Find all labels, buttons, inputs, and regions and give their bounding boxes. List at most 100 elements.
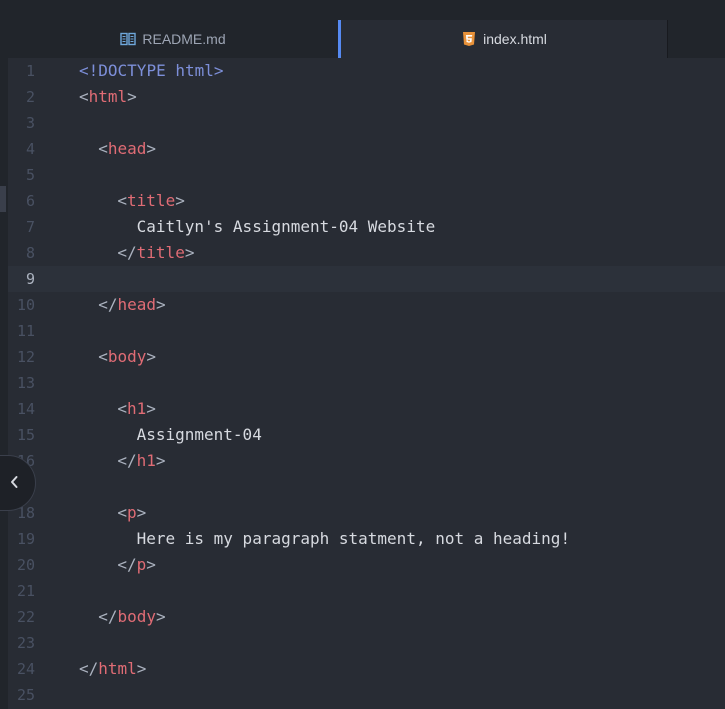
code-text: <head> bbox=[79, 136, 725, 162]
code-token: > bbox=[136, 659, 147, 678]
code-token: p bbox=[136, 555, 147, 574]
code-token: > bbox=[127, 87, 137, 106]
code-text: </h1> bbox=[79, 448, 725, 474]
code-token: Caitlyn's Assignment-04 Website bbox=[136, 217, 436, 236]
line-number: 3 bbox=[25, 114, 35, 132]
code-line[interactable]: 6 <title> bbox=[8, 188, 725, 214]
code-token: body bbox=[107, 347, 147, 366]
code-line[interactable]: 2 <html> bbox=[8, 84, 725, 110]
code-line[interactable]: 12 <body> bbox=[8, 344, 725, 370]
code-line[interactable]: 25 bbox=[8, 682, 725, 708]
code-line[interactable]: 16</h1> bbox=[8, 448, 725, 474]
left-edge bbox=[0, 0, 8, 709]
line-number: 13 bbox=[16, 374, 35, 392]
code-line[interactable]: 4 <head> bbox=[8, 136, 725, 162]
code-line[interactable]: 24 </html> bbox=[8, 656, 725, 682]
line-number: 9 bbox=[25, 270, 35, 288]
code-line[interactable]: 13 bbox=[8, 370, 725, 396]
code-token: < bbox=[79, 87, 89, 106]
code-line[interactable]: 9 bbox=[8, 266, 725, 292]
tab-bar: README.md index.html bbox=[0, 0, 725, 58]
tree-view-resize-mark[interactable] bbox=[0, 186, 6, 212]
code-token: < bbox=[117, 191, 128, 210]
code-token: </ bbox=[79, 659, 99, 678]
code-token: </ bbox=[117, 451, 137, 470]
code-line[interactable]: 19 Here is my paragraph statment, not a h… bbox=[8, 526, 725, 552]
tab-index-html-label: index.html bbox=[483, 31, 547, 47]
code-token: body bbox=[117, 607, 156, 626]
code-line[interactable]: 14 <h1> bbox=[8, 396, 725, 422]
code-text: <body> bbox=[79, 344, 725, 370]
tab-index-html[interactable]: index.html bbox=[338, 20, 667, 58]
code-token: < bbox=[79, 61, 89, 80]
code-text: </head> bbox=[79, 292, 725, 318]
code-token: </ bbox=[117, 555, 137, 574]
code-line[interactable]: 11 bbox=[8, 318, 725, 344]
code-line[interactable]: 21 bbox=[8, 578, 725, 604]
line-number: 7 bbox=[25, 218, 35, 236]
code-line[interactable]: 17 bbox=[8, 474, 725, 500]
code-token: > bbox=[146, 347, 156, 366]
code-line[interactable]: 20 </p> bbox=[8, 552, 725, 578]
line-number: 19 bbox=[16, 530, 35, 548]
code-token: > bbox=[155, 295, 166, 314]
code-token: > bbox=[155, 451, 166, 470]
code-line[interactable]: 1 <!DOCTYPE html> bbox=[8, 58, 725, 84]
book-icon bbox=[120, 31, 137, 47]
line-number: 6 bbox=[25, 192, 35, 210]
code-line[interactable]: 18 <p> bbox=[8, 500, 725, 526]
code-token: > bbox=[136, 503, 147, 522]
tab-readme[interactable]: README.md bbox=[8, 20, 338, 58]
html5-icon bbox=[461, 31, 477, 47]
code-token: < bbox=[117, 399, 128, 418]
line-number: 11 bbox=[16, 322, 35, 340]
code-line[interactable]: 5 bbox=[8, 162, 725, 188]
line-number: 10 bbox=[16, 296, 35, 314]
code-token: > bbox=[155, 607, 166, 626]
code-text: <h1> bbox=[79, 396, 725, 422]
tab-bar-top-strip bbox=[0, 0, 725, 20]
code-token: html bbox=[88, 87, 128, 106]
code-line[interactable]: 8 </title> bbox=[8, 240, 725, 266]
code-token: !DOCTYPE html bbox=[88, 61, 214, 80]
line-number: 20 bbox=[16, 556, 35, 574]
code-text: </title> bbox=[79, 240, 725, 266]
line-number: 24 bbox=[16, 660, 35, 678]
code-line[interactable]: 3 bbox=[8, 110, 725, 136]
code-token: p bbox=[127, 503, 137, 522]
tab-readme-label: README.md bbox=[142, 31, 226, 47]
code-token: Assignment-04 bbox=[136, 425, 262, 444]
code-line[interactable]: 10 </head> bbox=[8, 292, 725, 318]
code-text: </html> bbox=[79, 656, 725, 682]
code-token: h1 bbox=[127, 399, 147, 418]
code-token: > bbox=[146, 555, 156, 574]
code-token: head bbox=[117, 295, 156, 314]
code-token: Here is my paragraph statment, not a hea… bbox=[136, 529, 571, 548]
code-token: </ bbox=[98, 295, 118, 314]
code-token: > bbox=[184, 243, 195, 262]
code-line[interactable]: 23 bbox=[8, 630, 725, 656]
code-token: < bbox=[117, 503, 128, 522]
line-number: 21 bbox=[16, 582, 35, 600]
code-token: < bbox=[98, 347, 108, 366]
line-number: 2 bbox=[25, 88, 35, 106]
code-token: > bbox=[146, 139, 156, 158]
code-token: </ bbox=[98, 607, 118, 626]
code-token: html bbox=[98, 659, 137, 678]
code-line[interactable]: 15 Assignment-04 bbox=[8, 422, 725, 448]
code-token: h1 bbox=[136, 451, 156, 470]
line-number: 14 bbox=[16, 400, 35, 418]
code-token: > bbox=[213, 61, 224, 80]
code-token: head bbox=[107, 139, 147, 158]
code-line[interactable]: 22 </body> bbox=[8, 604, 725, 630]
code-editor[interactable]: 1 <!DOCTYPE html> 2 <html> 3 4 <head> 5 6 <title>… bbox=[8, 58, 725, 709]
code-text: <!DOCTYPE html> bbox=[79, 58, 725, 84]
code-token: < bbox=[98, 139, 108, 158]
code-token: </ bbox=[117, 243, 137, 262]
code-token: title bbox=[136, 243, 185, 262]
code-token: title bbox=[127, 191, 176, 210]
line-number: 5 bbox=[25, 166, 35, 184]
tab-bar-empty-area bbox=[667, 20, 725, 58]
line-number: 25 bbox=[16, 686, 35, 704]
code-line[interactable]: 7 Caitlyn's Assignment-04 Website bbox=[8, 214, 725, 240]
